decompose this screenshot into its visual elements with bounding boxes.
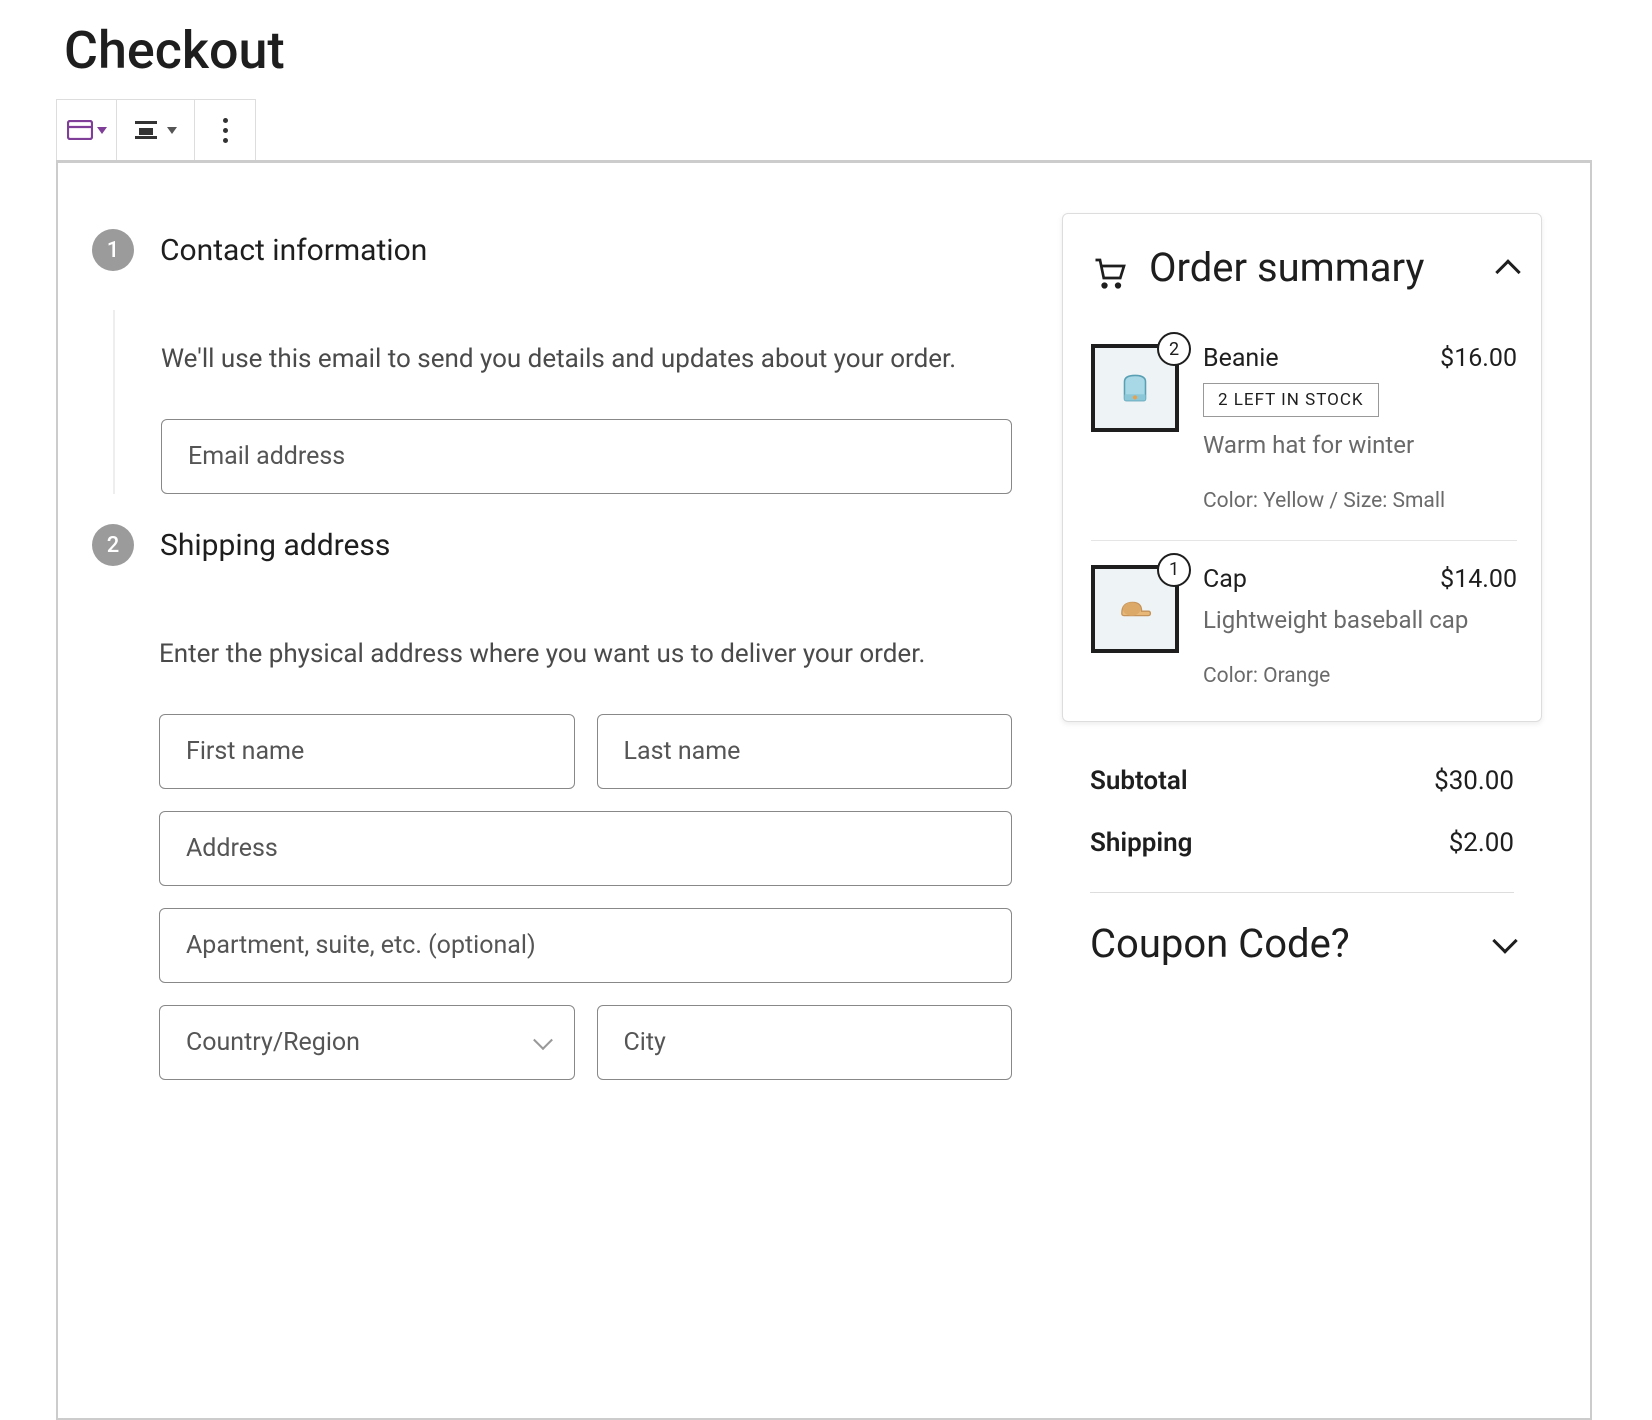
subtotal-value: $30.00: [1434, 766, 1514, 796]
stock-badge: 2 LEFT IN STOCK: [1203, 383, 1379, 417]
caret-down-icon: [97, 127, 107, 134]
chevron-down-icon: [1492, 928, 1517, 953]
product-meta: Color: Orange: [1203, 662, 1517, 691]
last-name-field[interactable]: Last name: [597, 714, 1013, 789]
coupon-title: Coupon Code?: [1090, 917, 1350, 971]
product-name: Beanie: [1203, 344, 1279, 373]
block-toolbar: [56, 99, 256, 161]
step-description: We'll use this email to send you details…: [161, 340, 1012, 379]
quantity-badge: 2: [1157, 332, 1191, 366]
country-select[interactable]: Country/Region: [159, 1005, 575, 1080]
apartment-field[interactable]: Apartment, suite, etc. (optional): [159, 908, 1012, 983]
step-shipping: 2 Shipping address: [92, 524, 1012, 595]
step-number-badge: 1: [92, 229, 134, 271]
product-description: Lightweight baseball cap: [1203, 604, 1517, 638]
shipping-value: $2.00: [1449, 828, 1514, 858]
product-meta: Color: Yellow / Size: Small: [1203, 487, 1517, 516]
product-description: Warm hat for winter: [1203, 429, 1517, 463]
product-price: $14.00: [1440, 565, 1517, 594]
quantity-badge: 1: [1157, 553, 1191, 587]
page-title: Checkout: [64, 20, 1592, 81]
subtotal-label: Subtotal: [1090, 766, 1188, 796]
cart-icon: [1091, 254, 1127, 290]
order-totals: Subtotal $30.00 Shipping $2.00: [1062, 750, 1542, 874]
divider: [1090, 892, 1514, 893]
chevron-up-icon: [1495, 259, 1520, 284]
step-title: Contact information: [160, 233, 1012, 268]
checkout-block: 1 Contact information We'll use this ema…: [56, 160, 1592, 1420]
step-contact: 1 Contact information: [92, 229, 1012, 300]
product-name: Cap: [1203, 565, 1247, 594]
step-number-badge: 2: [92, 524, 134, 566]
shipping-label: Shipping: [1090, 828, 1192, 858]
checkout-form: 1 Contact information We'll use this ema…: [92, 203, 1012, 1418]
email-field[interactable]: Email address: [161, 419, 1012, 494]
order-summary-title: Order summary: [1149, 242, 1477, 294]
align-icon: [135, 121, 157, 139]
block-type-button[interactable]: [57, 100, 117, 160]
coupon-toggle[interactable]: Coupon Code?: [1062, 911, 1542, 971]
order-summary-card: Order summary 2 Beanie $16.00: [1062, 213, 1542, 722]
order-summary-column: Order summary 2 Beanie $16.00: [1062, 203, 1542, 1418]
first-name-field[interactable]: First name: [159, 714, 575, 789]
more-vertical-icon: [223, 118, 228, 143]
step-title: Shipping address: [160, 528, 1012, 563]
order-item: 2 Beanie $16.00 2 LEFT IN STOCK Warm hat…: [1091, 320, 1517, 541]
step-description: Enter the physical address where you wan…: [159, 635, 1012, 674]
order-item: 1 Cap $14.00 Lightweight baseball cap Co…: [1091, 541, 1517, 693]
order-summary-toggle[interactable]: Order summary: [1091, 242, 1517, 294]
align-button[interactable]: [117, 100, 195, 160]
city-field[interactable]: City: [597, 1005, 1013, 1080]
more-options-button[interactable]: [195, 100, 255, 160]
caret-down-icon: [167, 127, 177, 134]
product-price: $16.00: [1440, 344, 1517, 373]
address-field[interactable]: Address: [159, 811, 1012, 886]
